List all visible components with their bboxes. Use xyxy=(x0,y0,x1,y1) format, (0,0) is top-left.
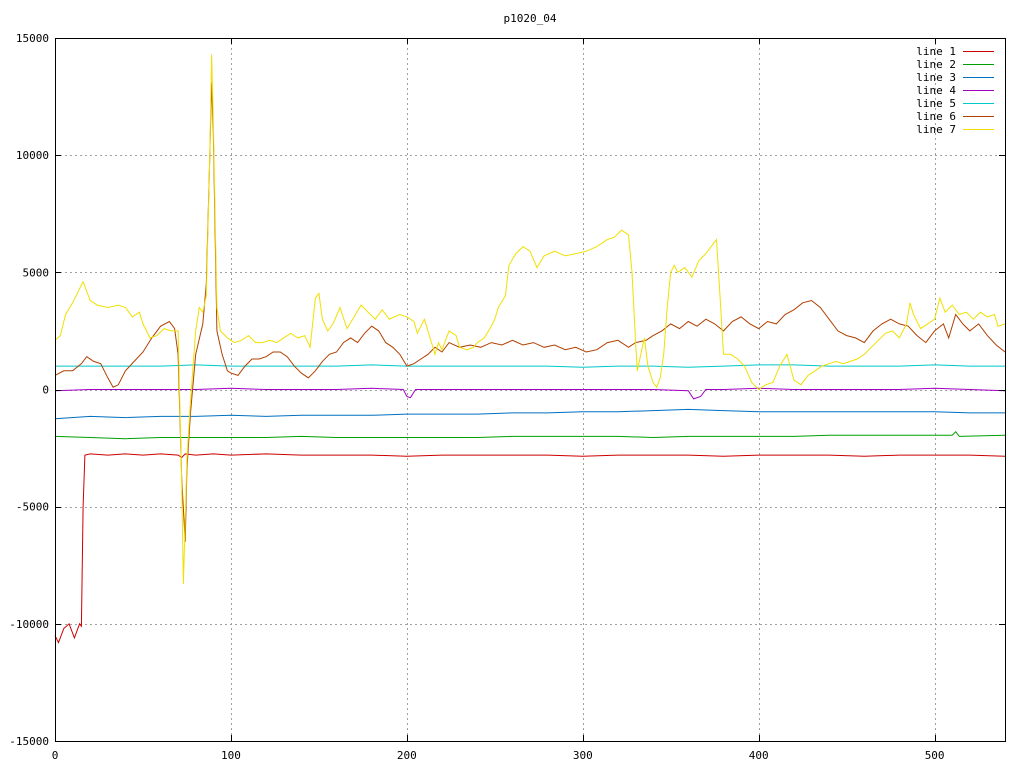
x-tick-label: 100 xyxy=(221,749,241,762)
series-line-3 xyxy=(54,408,1005,420)
x-tick-label: 400 xyxy=(749,749,769,762)
y-tick-label: -10000 xyxy=(9,618,49,631)
y-tick-label: 0 xyxy=(42,384,49,397)
x-tick-label: 300 xyxy=(573,749,593,762)
chart-title: p1020_04 xyxy=(504,12,557,25)
series-line-1 xyxy=(54,453,1006,644)
series-line-4 xyxy=(54,387,1006,400)
series-line-2 xyxy=(54,430,1006,440)
y-tick-label: 5000 xyxy=(23,266,50,279)
x-tick-label: 200 xyxy=(397,749,417,762)
legend-label: line 2 xyxy=(916,58,956,71)
chart-root: p1020_04 0 100 200 300 400 500 -15000 -10000 -50… xyxy=(0,0,1024,768)
series-layer xyxy=(54,54,1006,644)
x-tick-label: 0 xyxy=(52,749,59,762)
legend-label: line 7 xyxy=(916,123,956,136)
y-tick-label: -5000 xyxy=(16,501,49,514)
axis-ticks: 0 100 200 300 400 500 -15000 -10000 -5000 0 5000 10… xyxy=(9,32,1005,762)
series-line-5 xyxy=(55,364,1005,368)
series-line-7 xyxy=(54,54,1006,585)
y-tick-label: 10000 xyxy=(16,149,49,162)
line-chart: p1020_04 0 100 200 300 400 500 -15000 -10000 -50… xyxy=(9,12,1006,762)
legend-label: line 3 xyxy=(916,71,956,84)
series-line-6 xyxy=(54,82,1006,542)
legend-label: line 5 xyxy=(916,97,956,110)
x-tick-label: 500 xyxy=(925,749,945,762)
y-tick-label: 15000 xyxy=(16,32,49,45)
legend-label: line 6 xyxy=(916,110,956,123)
legend-label: line 1 xyxy=(916,45,956,58)
legend: line 1line 2line 3line 4line 5line 6line… xyxy=(916,45,994,136)
y-tick-label: -15000 xyxy=(9,735,49,748)
legend-label: line 4 xyxy=(916,84,956,97)
